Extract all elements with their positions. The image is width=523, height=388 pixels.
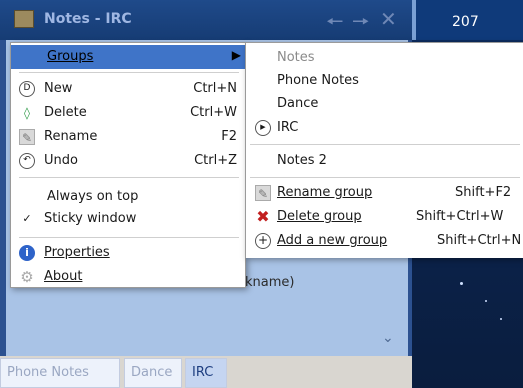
- menu-separator: [250, 177, 520, 178]
- menu-item-rename[interactable]: ✎ Rename F2: [11, 125, 247, 149]
- submenu-item-label: Notes: [277, 50, 315, 65]
- submenu-item-label: Add a new group: [277, 233, 388, 248]
- menu-item-new[interactable]: D New Ctrl+N: [11, 77, 247, 101]
- groups-submenu: Notes Phone Notes Dance ▶ IRC Notes 2 ✎ …: [245, 42, 523, 258]
- menu-item-shortcut: Ctrl+N: [193, 81, 237, 96]
- submenu-item-dance[interactable]: Dance: [246, 92, 523, 116]
- menu-separator: [250, 144, 520, 145]
- forward-arrow-icon[interactable]: 🠖: [352, 7, 370, 41]
- menu-item-groups[interactable]: Groups ▶: [11, 45, 247, 69]
- submenu-item-notes-2[interactable]: Notes 2: [246, 149, 523, 173]
- submenu-item-shortcut: Shift+F2: [455, 185, 512, 200]
- close-icon[interactable]: ✕: [380, 7, 397, 31]
- delete-note-icon: ◊: [24, 106, 30, 120]
- tab-dance[interactable]: Dance: [124, 358, 182, 388]
- tab-phone-notes[interactable]: Phone Notes: [0, 358, 120, 388]
- submenu-item-delete-group[interactable]: ✖ Delete group Shift+Ctrl+W: [246, 205, 523, 229]
- menu-item-label: New: [44, 81, 73, 96]
- undo-icon: ↶: [19, 153, 35, 169]
- submenu-item-label: Phone Notes: [277, 73, 359, 88]
- context-menu: Groups ▶ D New Ctrl+N ◊ Delete Ctrl+W ✎ …: [10, 42, 247, 289]
- tab-irc[interactable]: IRC: [185, 358, 227, 388]
- menu-separator: [19, 237, 239, 238]
- submenu-item-label: Notes 2: [277, 153, 327, 168]
- info-icon: i: [19, 245, 35, 261]
- menu-item-label: Sticky window: [44, 211, 137, 226]
- menu-item-shortcut: Ctrl+W: [190, 105, 237, 120]
- menu-item-sticky-window[interactable]: ✓ Sticky window: [11, 207, 247, 231]
- submenu-arrow-icon: ▶: [231, 48, 241, 62]
- submenu-item-phone-notes[interactable]: Phone Notes: [246, 69, 523, 93]
- submenu-item-irc[interactable]: ▶ IRC: [246, 116, 523, 140]
- menu-item-label: Properties: [44, 245, 110, 260]
- star-dot: [485, 300, 487, 302]
- menu-item-label: About: [44, 269, 83, 284]
- menu-item-label: Always on top: [47, 189, 139, 204]
- star-dot: [460, 282, 463, 285]
- menu-item-delete[interactable]: ◊ Delete Ctrl+W: [11, 101, 247, 125]
- menu-item-always-on-top[interactable]: Always on top: [11, 185, 247, 209]
- submenu-item-add-group[interactable]: + Add a new group Shift+Ctrl+N: [246, 229, 523, 253]
- submenu-item-label: Dance: [277, 96, 319, 111]
- menu-item-about[interactable]: ⚙ About: [11, 265, 247, 289]
- note-app-icon[interactable]: [14, 10, 34, 28]
- menu-item-properties[interactable]: i Properties: [11, 241, 247, 265]
- gear-icon: ⚙: [20, 268, 34, 286]
- note-text-fragment: kname): [245, 275, 295, 290]
- desktop-number: 207: [452, 14, 479, 30]
- rename-icon: ✎: [255, 185, 271, 201]
- submenu-header-notes: Notes: [246, 46, 523, 70]
- submenu-item-shortcut: Shift+Ctrl+N: [437, 233, 522, 248]
- back-arrow-icon[interactable]: 🠔: [326, 7, 344, 41]
- menu-item-shortcut: Ctrl+Z: [194, 153, 237, 168]
- menu-item-label: Groups: [47, 49, 94, 64]
- rename-icon: ✎: [19, 129, 35, 145]
- menu-separator: [19, 72, 239, 73]
- menu-item-shortcut: F2: [221, 129, 237, 144]
- submenu-item-rename-group[interactable]: ✎ Rename group Shift+F2: [246, 181, 523, 205]
- menu-item-label: Delete: [44, 105, 87, 120]
- check-icon: ✓: [22, 212, 32, 225]
- star-dot: [500, 318, 502, 320]
- scroll-down-icon[interactable]: ⌄: [382, 330, 394, 346]
- add-icon: +: [255, 233, 271, 249]
- menu-item-label: Undo: [44, 153, 78, 168]
- menu-separator: [19, 177, 239, 178]
- submenu-item-label: Delete group: [277, 209, 362, 224]
- radio-selected-icon: ▶: [255, 120, 271, 136]
- window-title: Notes - IRC: [44, 11, 132, 27]
- submenu-item-label: Rename group: [277, 185, 373, 200]
- new-note-icon: D: [19, 81, 35, 97]
- menu-item-label: Rename: [44, 129, 98, 144]
- delete-x-icon: ✖: [256, 207, 270, 226]
- submenu-item-label: IRC: [277, 120, 299, 135]
- menu-item-undo[interactable]: ↶ Undo Ctrl+Z: [11, 149, 247, 173]
- submenu-item-shortcut: Shift+Ctrl+W: [416, 209, 504, 224]
